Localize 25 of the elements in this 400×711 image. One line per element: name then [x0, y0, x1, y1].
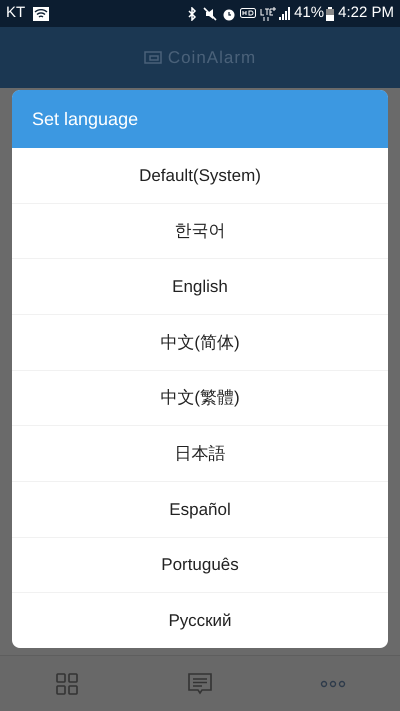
logo-icon: [144, 51, 162, 64]
language-option[interactable]: 日本語: [166, 436, 234, 470]
message-icon[interactable]: [186, 672, 213, 696]
mute-icon: [203, 6, 218, 20]
hd-icon: [240, 8, 256, 20]
clock-text: 4:22 PM: [338, 3, 394, 24]
battery-percent: 41%: [294, 3, 324, 24]
alarm-icon: [222, 6, 236, 20]
language-option[interactable]: Русский: [160, 604, 240, 638]
language-option[interactable]: Español: [161, 492, 239, 526]
more-icon[interactable]: [320, 680, 346, 688]
dialog-title: Set language: [32, 108, 138, 131]
lte-icon: [260, 6, 276, 20]
bluetooth-icon: [188, 6, 198, 20]
language-option[interactable]: 中文(繁體): [152, 381, 248, 415]
language-option[interactable]: English: [164, 270, 236, 304]
signal-icon: [279, 7, 292, 20]
grid-icon[interactable]: [56, 672, 78, 694]
battery-icon: [326, 6, 334, 20]
language-option[interactable]: 中文(简体): [152, 326, 248, 360]
wifi-icon: [33, 6, 50, 20]
carrier-text: KT: [6, 3, 26, 24]
language-option[interactable]: 한국어: [166, 214, 234, 248]
language-option[interactable]: Português: [153, 548, 247, 582]
language-option[interactable]: Default(System): [131, 158, 269, 192]
